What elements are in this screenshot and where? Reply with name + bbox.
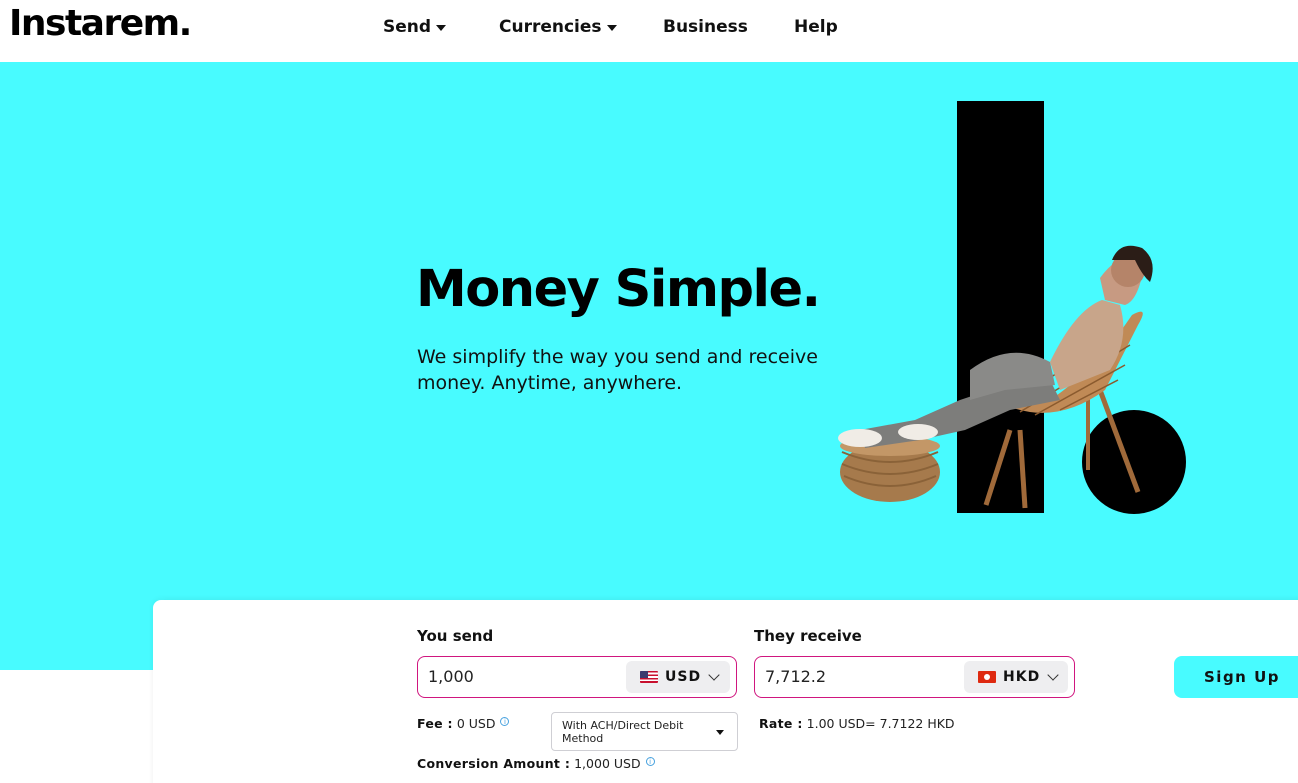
us-flag-icon (640, 671, 658, 683)
hk-flag-icon (978, 671, 996, 683)
fee-row: Fee : 0 USD i (417, 716, 510, 731)
rate-value: 1.00 USD= 7.7122 HKD (806, 716, 955, 731)
fee-value: 0 USD (456, 716, 496, 731)
hero-section: Money Simple. We simplify the way you se… (0, 62, 1298, 670)
hero-subtitle: We simplify the way you send and receive… (417, 346, 818, 394)
you-send-label: You send (417, 627, 494, 645)
nav-business-label: Business (663, 17, 748, 37)
site-header: Instarem. Send Currencies Business Help (0, 0, 1298, 62)
send-amount-field[interactable]: 1,000 USD (417, 656, 737, 698)
conversion-row: Conversion Amount : 1,000 USD i (417, 756, 655, 771)
info-icon[interactable]: i (645, 757, 655, 766)
sign-up-button[interactable]: Sign Up (1174, 656, 1298, 698)
rate-row: Rate : 1.00 USD= 7.7122 HKD (759, 716, 955, 731)
nav-help-label: Help (794, 17, 838, 37)
rate-label: Rate : (759, 716, 803, 731)
caret-down-icon (606, 25, 617, 31)
receive-amount-field[interactable]: 7,712.2 HKD (754, 656, 1075, 698)
nav-send-label: Send (383, 17, 432, 37)
receive-currency-code: HKD (1003, 669, 1041, 685)
send-currency-code: USD (665, 669, 702, 685)
chevron-down-icon (708, 669, 720, 681)
send-amount-value[interactable]: 1,000 (428, 667, 474, 686)
receive-currency-select[interactable]: HKD (964, 661, 1068, 693)
instarem-logo[interactable]: Instarem. (9, 2, 192, 46)
caret-down-icon (716, 730, 724, 735)
nav-business[interactable]: Business (663, 16, 748, 38)
fee-label: Fee : (417, 716, 453, 731)
send-currency-select[interactable]: USD (626, 661, 730, 693)
info-icon[interactable]: i (500, 717, 510, 726)
payment-method-select[interactable]: With ACH/Direct Debit Method (551, 712, 738, 751)
conversion-value: 1,000 USD (574, 756, 641, 771)
hero-illustration (838, 101, 1186, 514)
receive-amount-value[interactable]: 7,712.2 (765, 667, 826, 686)
nav-currencies[interactable]: Currencies (499, 16, 617, 38)
nav-help[interactable]: Help (794, 16, 838, 38)
nav-send[interactable]: Send (383, 16, 447, 38)
hero-title: Money Simple. (416, 260, 821, 319)
they-receive-label: They receive (754, 627, 862, 645)
nav-currencies-label: Currencies (499, 17, 602, 37)
payment-method-value: With ACH/Direct Debit Method (562, 719, 684, 745)
caret-down-icon (436, 25, 447, 31)
chevron-down-icon (1047, 669, 1059, 681)
conversion-label: Conversion Amount : (417, 756, 571, 771)
